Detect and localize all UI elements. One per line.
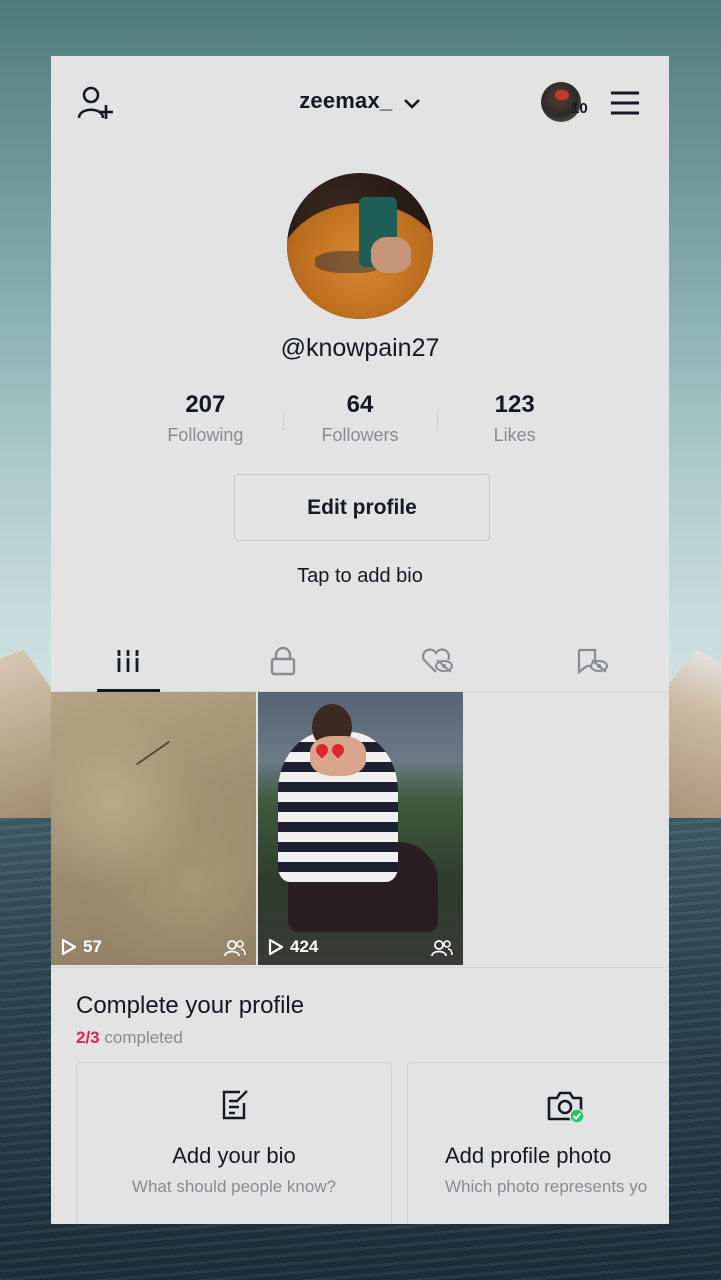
stat-value: 64	[346, 391, 374, 418]
add-bio-card[interactable]: Add your bio What should people know?	[76, 1062, 392, 1224]
view-count: 424	[268, 937, 318, 957]
top-bar: zeemax_ 10	[51, 56, 669, 156]
progress-count: 2/3	[76, 1028, 100, 1047]
play-icon	[268, 938, 284, 956]
stat-likes[interactable]: 123 Likes	[437, 389, 592, 459]
stat-value: 123	[494, 391, 535, 418]
complete-profile-title: Complete your profile	[76, 992, 305, 1019]
username: zeemax_	[299, 88, 393, 113]
add-photo-card[interactable]: Add profile photo Which photo represents…	[407, 1062, 669, 1224]
lock-icon	[270, 646, 295, 676]
profile-screen: zeemax_ 10 @knowpain27 207 Following 64 …	[51, 56, 669, 1224]
video-thumbnail[interactable]: 57	[51, 692, 256, 965]
play-icon	[61, 938, 77, 956]
stat-label: Followers	[321, 425, 399, 445]
profile-avatar[interactable]	[287, 173, 433, 319]
video-grid: 57 424	[51, 692, 669, 965]
tab-favorites[interactable]	[515, 631, 670, 691]
friends-icon	[431, 940, 453, 957]
menu-button[interactable]	[607, 86, 643, 120]
hidden-likes-icon	[422, 648, 454, 673]
content-tabs	[51, 631, 669, 692]
card-subtitle: What should people know?	[131, 1177, 337, 1196]
background-mountain-right	[661, 650, 721, 820]
video-thumbnail[interactable]: 424	[258, 692, 463, 965]
thumbnail-sand-stick	[136, 740, 170, 766]
friends-icon	[224, 940, 246, 957]
edit-note-icon	[222, 1090, 248, 1120]
profile-handle: @knowpain27	[280, 334, 440, 362]
chevron-down-icon	[403, 98, 420, 109]
avatar-photo-hand	[371, 237, 411, 273]
view-count-value: 57	[83, 937, 102, 956]
story-count-badge: 10	[571, 100, 588, 117]
stat-label: Following	[167, 425, 244, 445]
profile-stats: 207 Following 64 Followers 123 Likes	[128, 389, 592, 459]
stat-label: Likes	[493, 425, 536, 445]
view-count-value: 424	[290, 937, 319, 956]
tab-private[interactable]	[206, 631, 361, 691]
stat-following[interactable]: 207 Following	[128, 389, 283, 459]
edit-profile-button[interactable]: Edit profile	[234, 474, 490, 541]
view-count: 57	[61, 937, 102, 957]
story-avatar-detail	[555, 90, 569, 100]
hidden-favorites-icon	[577, 648, 608, 675]
progress-label: completed	[104, 1028, 183, 1047]
complete-profile-section: Complete your profile 2/3 completed Add …	[51, 967, 669, 1224]
tab-liked[interactable]	[360, 631, 515, 691]
stat-followers[interactable]: 64 Followers	[282, 389, 438, 459]
camera-check-icon	[547, 1091, 585, 1124]
stat-value: 207	[185, 391, 226, 418]
add-bio-link[interactable]: Tap to add bio	[51, 565, 669, 588]
grid-icon	[116, 650, 141, 672]
hamburger-menu-icon	[611, 91, 639, 115]
card-title: Add profile photo	[445, 1143, 612, 1168]
card-title: Add your bio	[172, 1143, 296, 1168]
card-subtitle: Which photo represents yo	[445, 1177, 648, 1196]
tab-videos[interactable]	[51, 631, 206, 692]
complete-profile-progress: 2/3 completed	[76, 1028, 183, 1048]
